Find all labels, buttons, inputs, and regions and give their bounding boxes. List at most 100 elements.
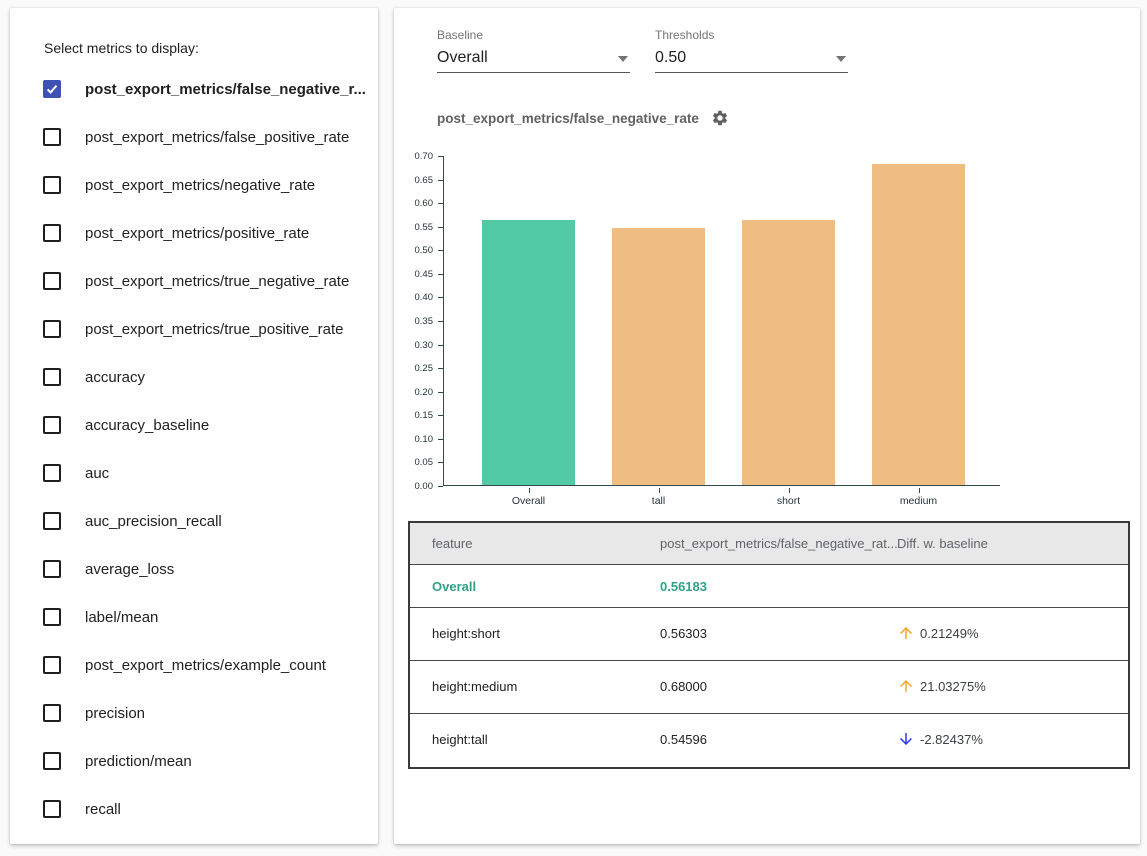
baseline-dropdown-label: Baseline — [437, 28, 630, 42]
checkbox-unchecked-icon[interactable] — [43, 608, 61, 626]
metric-item-label: prediction/mean — [85, 753, 192, 770]
diff-percentage: -2.82437% — [920, 732, 983, 747]
metric-item-post-export-metrics-true-negative-rate[interactable]: post_export_metrics/true_negative_rate — [10, 257, 378, 305]
cell-metric-value: 0.54596 — [660, 732, 707, 747]
baseline-dropdown[interactable]: Baseline Overall — [437, 28, 630, 73]
chevron-down-icon[interactable] — [618, 56, 628, 62]
x-axis-tick-mark — [659, 488, 660, 493]
y-axis-tick-mark — [438, 368, 443, 369]
table-row-height-short: height:short0.563030.21249% — [410, 608, 1128, 661]
checkbox-unchecked-icon[interactable] — [43, 176, 61, 194]
checkbox-unchecked-icon[interactable] — [43, 512, 61, 530]
metric-item-label: precision — [85, 705, 145, 722]
table-header: feature post_export_metrics/false_negati… — [410, 523, 1128, 565]
y-axis-tick-label: 0.05 — [399, 457, 433, 468]
y-axis-tick-mark — [438, 203, 443, 204]
y-axis-tick-mark — [438, 345, 443, 346]
metric-item-label: recall — [85, 801, 121, 818]
table-row-height-tall: height:tall0.54596-2.82437% — [410, 714, 1128, 767]
bar-medium — [872, 164, 965, 485]
x-axis-tick-mark — [789, 488, 790, 493]
x-axis-tick-label: tall — [599, 495, 719, 507]
y-axis-tick-mark — [438, 297, 443, 298]
arrow-up-icon — [897, 677, 915, 695]
checkbox-unchecked-icon[interactable] — [43, 560, 61, 578]
metric-item-label: auc_precision_recall — [85, 513, 222, 530]
cell-feature: height:short — [432, 626, 500, 641]
metric-item-label: average_loss — [85, 561, 174, 578]
arrow-down-icon — [897, 730, 915, 748]
x-axis-tick-mark — [529, 488, 530, 493]
y-axis-tick-mark — [438, 486, 443, 487]
checkbox-unchecked-icon[interactable] — [43, 464, 61, 482]
metrics-display-panel: Baseline Overall Thresholds 0.50 post_ex… — [394, 8, 1140, 844]
gear-icon[interactable] — [711, 109, 729, 127]
y-axis-tick-mark — [438, 180, 443, 181]
checkbox-unchecked-icon[interactable] — [43, 128, 61, 146]
metric-item-label: post_export_metrics/negative_rate — [85, 177, 315, 194]
thresholds-dropdown[interactable]: Thresholds 0.50 — [655, 28, 848, 73]
metric-item-label: post_export_metrics/positive_rate — [85, 225, 309, 242]
metric-item-label: label/mean — [85, 609, 158, 626]
metric-list: post_export_metrics/false_negative_r...p… — [10, 65, 378, 833]
table-row-Overall: Overall0.56183 — [410, 565, 1128, 608]
metric-item-auc-precision-recall[interactable]: auc_precision_recall — [10, 497, 378, 545]
checkbox-unchecked-icon[interactable] — [43, 752, 61, 770]
metric-item-precision[interactable]: precision — [10, 689, 378, 737]
y-axis-tick-label: 0.15 — [399, 410, 433, 421]
metric-selector-panel: Select metrics to display: post_export_m… — [10, 8, 378, 844]
metric-item-post-export-metrics-false-positive-rate[interactable]: post_export_metrics/false_positive_rate — [10, 113, 378, 161]
y-axis-tick-label: 0.60 — [399, 198, 433, 209]
checkbox-unchecked-icon[interactable] — [43, 224, 61, 242]
thresholds-dropdown-label: Thresholds — [655, 28, 848, 42]
metric-item-post-export-metrics-example-count[interactable]: post_export_metrics/example_count — [10, 641, 378, 689]
checkbox-unchecked-icon[interactable] — [43, 368, 61, 386]
cell-feature: height:medium — [432, 679, 517, 694]
metric-item-average-loss[interactable]: average_loss — [10, 545, 378, 593]
chevron-down-icon[interactable] — [836, 56, 846, 62]
metric-item-prediction-mean[interactable]: prediction/mean — [10, 737, 378, 785]
y-axis-tick-label: 0.25 — [399, 363, 433, 374]
y-axis-tick-label: 0.40 — [399, 292, 433, 303]
x-axis-tick-mark — [919, 488, 920, 493]
y-axis-tick-label: 0.30 — [399, 340, 433, 351]
cell-diff: 0.21249% — [897, 624, 979, 642]
thresholds-dropdown-value[interactable]: 0.50 — [655, 46, 848, 70]
metric-item-accuracy-baseline[interactable]: accuracy_baseline — [10, 401, 378, 449]
metric-item-post-export-metrics-true-positive-rate[interactable]: post_export_metrics/true_positive_rate — [10, 305, 378, 353]
y-axis-tick-mark — [438, 462, 443, 463]
metric-item-label: post_export_metrics/true_positive_rate — [85, 321, 343, 338]
y-axis-tick-label: 0.45 — [399, 269, 433, 280]
checkbox-unchecked-icon[interactable] — [43, 704, 61, 722]
column-header-diff: Diff. w. baseline — [897, 536, 988, 551]
metric-item-recall[interactable]: recall — [10, 785, 378, 833]
metric-item-label: post_export_metrics/false_negative_r... — [85, 81, 366, 98]
column-header-metric: post_export_metrics/false_negative_rat..… — [660, 536, 898, 551]
checkbox-unchecked-icon[interactable] — [43, 656, 61, 674]
checkbox-unchecked-icon[interactable] — [43, 320, 61, 338]
bar-short — [742, 220, 835, 485]
checkbox-unchecked-icon[interactable] — [43, 800, 61, 818]
y-axis-tick-mark — [438, 274, 443, 275]
checkbox-unchecked-icon[interactable] — [43, 416, 61, 434]
y-axis-tick-label: 0.50 — [399, 245, 433, 256]
y-axis-tick-mark — [438, 227, 443, 228]
metric-item-post-export-metrics-false-negative-r-[interactable]: post_export_metrics/false_negative_r... — [10, 65, 378, 113]
metrics-table: feature post_export_metrics/false_negati… — [408, 521, 1130, 769]
checkbox-unchecked-icon[interactable] — [43, 272, 61, 290]
y-axis-tick-label: 0.55 — [399, 222, 433, 233]
y-axis-tick-label: 0.65 — [399, 175, 433, 186]
metric-item-label-mean[interactable]: label/mean — [10, 593, 378, 641]
y-axis-tick-label: 0.10 — [399, 434, 433, 445]
metric-item-post-export-metrics-negative-rate[interactable]: post_export_metrics/negative_rate — [10, 161, 378, 209]
metric-item-auc[interactable]: auc — [10, 449, 378, 497]
bar-chart: 0.000.050.100.150.200.250.300.350.400.45… — [443, 156, 1000, 486]
metric-selector-title: Select metrics to display: — [44, 40, 199, 56]
baseline-dropdown-value[interactable]: Overall — [437, 46, 630, 70]
cell-metric-value: 0.56183 — [660, 579, 707, 594]
metric-item-post-export-metrics-positive-rate[interactable]: post_export_metrics/positive_rate — [10, 209, 378, 257]
metric-item-label: auc — [85, 465, 109, 482]
bar-Overall — [482, 220, 575, 485]
metric-item-accuracy[interactable]: accuracy — [10, 353, 378, 401]
checkbox-checked-icon[interactable] — [43, 80, 61, 98]
